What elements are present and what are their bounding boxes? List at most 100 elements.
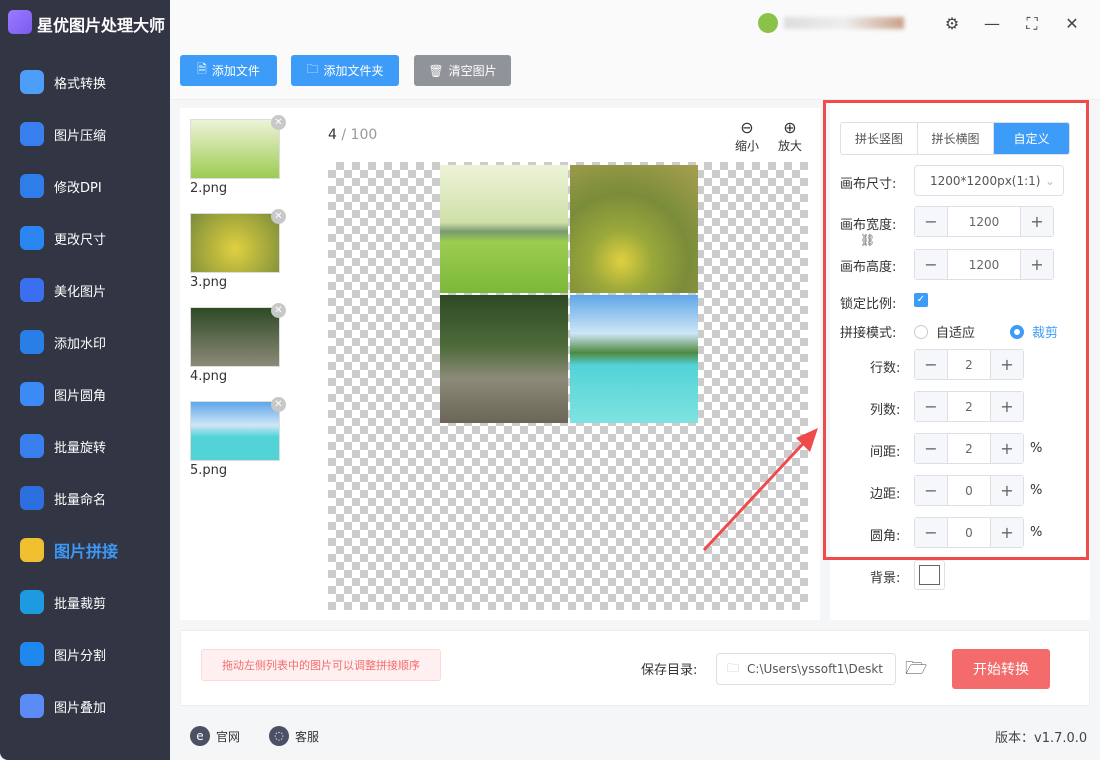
remove-icon[interactable]: ✕ <box>271 115 286 130</box>
remove-icon[interactable]: ✕ <box>271 209 286 224</box>
collage-image-3 <box>570 165 698 293</box>
start-button[interactable]: 开始转换 <box>952 649 1050 689</box>
add-file-button[interactable]: 🗎 添加文件 <box>180 55 277 86</box>
open-folder-icon[interactable]: 🗁 <box>905 656 927 686</box>
folder-icon: 🗀 <box>727 660 740 675</box>
sidebar-item-label: 美化图片 <box>54 284 107 300</box>
sidebar-item[interactable]: 美化图片 <box>0 268 170 312</box>
close-button[interactable]: ✕ <box>1060 12 1084 36</box>
sidebar-item-icon <box>20 486 44 510</box>
clear-label: 清空图片 <box>448 64 497 78</box>
annotation-arrow <box>702 428 818 552</box>
sidebar-item-label: 批量裁剪 <box>54 596 107 612</box>
sidebar-item-label: 批量命名 <box>54 492 107 508</box>
bottom-panel: 拖动左侧列表中的图片可以调整拼接顺序 保存目录: 🗀 C:\Users\yssof… <box>180 630 1090 706</box>
sidebar-item-icon <box>20 278 44 302</box>
website-link[interactable]: e 官网 <box>190 726 240 746</box>
thumbnail-item[interactable]: ✕ 4.png <box>190 303 286 384</box>
app-logo-icon <box>8 10 32 34</box>
background-label: 背景: <box>870 571 901 586</box>
support-label: 客服 <box>295 729 320 744</box>
sidebar-item-icon <box>20 538 44 562</box>
collage-image-5 <box>570 295 698 423</box>
sidebar-item-icon <box>20 174 44 198</box>
settings-icon[interactable]: ⚙ <box>940 12 964 36</box>
sidebar-item[interactable]: 图片拼接 <box>0 528 170 572</box>
sidebar-item[interactable]: 图片压缩 <box>0 112 170 156</box>
sidebar-item-label: 修改DPI <box>54 180 102 196</box>
save-dir-input[interactable]: 🗀 C:\Users\yssoft1\Deskt <box>716 653 896 685</box>
app-title: 星优图片处理大师 <box>37 16 166 35</box>
background-color-picker[interactable] <box>914 560 945 590</box>
sidebar-item-icon <box>20 642 44 666</box>
thumbnail-image <box>190 307 280 367</box>
sidebar-item[interactable]: 图片圆角 <box>0 372 170 416</box>
ie-icon: e <box>190 726 210 746</box>
sidebar-item[interactable]: 图片叠加 <box>0 684 170 728</box>
collage-image-4 <box>440 295 568 423</box>
collage-image-2 <box>440 165 568 293</box>
top-bar: ⚙ — ⛶ ✕ 🗎 添加文件 🗀 添加文件夹 🗑 清空图片 <box>170 0 1100 100</box>
zoom-in-icon: ⊕ <box>783 118 797 137</box>
sidebar-item[interactable]: 图片分割 <box>0 632 170 676</box>
support-link[interactable]: ◌ 客服 <box>269 726 319 746</box>
add-folder-button[interactable]: 🗀 添加文件夹 <box>291 55 399 86</box>
thumbnail-image <box>190 401 280 461</box>
zoom-out-icon: ⊖ <box>740 118 754 137</box>
sidebar-item[interactable]: 批量命名 <box>0 476 170 520</box>
sidebar: 星优图片处理大师 格式转换图片压缩修改DPI 更改尺寸美化图片添加水印图片圆角批量… <box>0 0 170 760</box>
thumbnail-name: 2.png <box>190 181 228 196</box>
sidebar-item-icon <box>20 122 44 146</box>
add-folder-label: 添加文件夹 <box>323 64 384 78</box>
sidebar-item[interactable]: 修改DPI <box>0 164 170 208</box>
sidebar-item-label: 图片叠加 <box>54 700 107 716</box>
minimize-button[interactable]: — <box>980 12 1004 36</box>
page-current: 4 <box>328 127 337 143</box>
thumbnail-image <box>190 213 280 273</box>
zoom-in-button[interactable]: ⊕ 放大 <box>778 118 802 154</box>
thumbnail-image <box>190 119 280 179</box>
sidebar-item-label: 图片分割 <box>54 648 107 664</box>
page-total: / 100 <box>341 127 378 143</box>
trash-icon: 🗑 <box>428 63 444 78</box>
sidebar-item-label: 更改尺寸 <box>54 232 107 248</box>
thumbnail-item[interactable]: ✕ 2.png <box>190 115 286 196</box>
sidebar-item-label: 图片压缩 <box>54 128 107 144</box>
sidebar-item-label: 添加水印 <box>54 336 107 352</box>
thumbnail-item[interactable]: ✕ 3.png <box>190 209 286 290</box>
save-dir-value: C:\Users\yssoft1\Deskt <box>747 662 883 676</box>
remove-icon[interactable]: ✕ <box>271 303 286 318</box>
sidebar-item[interactable]: 添加水印 <box>0 320 170 364</box>
folder-icon: 🗀 <box>306 62 319 76</box>
sidebar-item-icon <box>20 590 44 614</box>
maximize-button[interactable]: ⛶ <box>1020 12 1044 36</box>
thumbnail-name: 5.png <box>190 463 228 478</box>
sidebar-item[interactable]: 格式转换 <box>0 60 170 104</box>
sidebar-item-icon <box>20 694 44 718</box>
sidebar-item-icon <box>20 382 44 406</box>
sidebar-item-label: 批量旋转 <box>54 440 107 456</box>
user-avatar[interactable] <box>758 12 918 34</box>
sidebar-item-icon <box>20 434 44 458</box>
sidebar-item[interactable]: 更改尺寸 <box>0 216 170 260</box>
zoom-in-label: 放大 <box>778 139 803 153</box>
clear-button[interactable]: 🗑 清空图片 <box>414 55 511 86</box>
thumbnail-name: 4.png <box>190 369 228 384</box>
chat-icon: ◌ <box>269 726 289 746</box>
thumbnail-item[interactable]: ✕ 5.png <box>190 397 286 478</box>
remove-icon[interactable]: ✕ <box>271 397 286 412</box>
sidebar-item[interactable]: 批量旋转 <box>0 424 170 468</box>
version-label: 版本：v1.7.0.0 <box>995 731 1088 746</box>
hint-banner: 拖动左侧列表中的图片可以调整拼接顺序 <box>201 649 441 681</box>
zoom-out-label: 缩小 <box>735 139 760 153</box>
sidebar-item-icon <box>20 330 44 354</box>
website-label: 官网 <box>216 729 241 744</box>
thumbnail-name: 3.png <box>190 275 228 290</box>
zoom-out-button[interactable]: ⊖ 缩小 <box>735 118 759 154</box>
file-icon: 🗎 <box>197 62 207 76</box>
page-counter: 4 / 100 <box>328 127 377 143</box>
sidebar-item-label: 格式转换 <box>54 76 107 92</box>
sidebar-item-icon <box>20 70 44 94</box>
sidebar-item-label: 图片拼接 <box>54 542 119 561</box>
sidebar-item[interactable]: 批量裁剪 <box>0 580 170 624</box>
